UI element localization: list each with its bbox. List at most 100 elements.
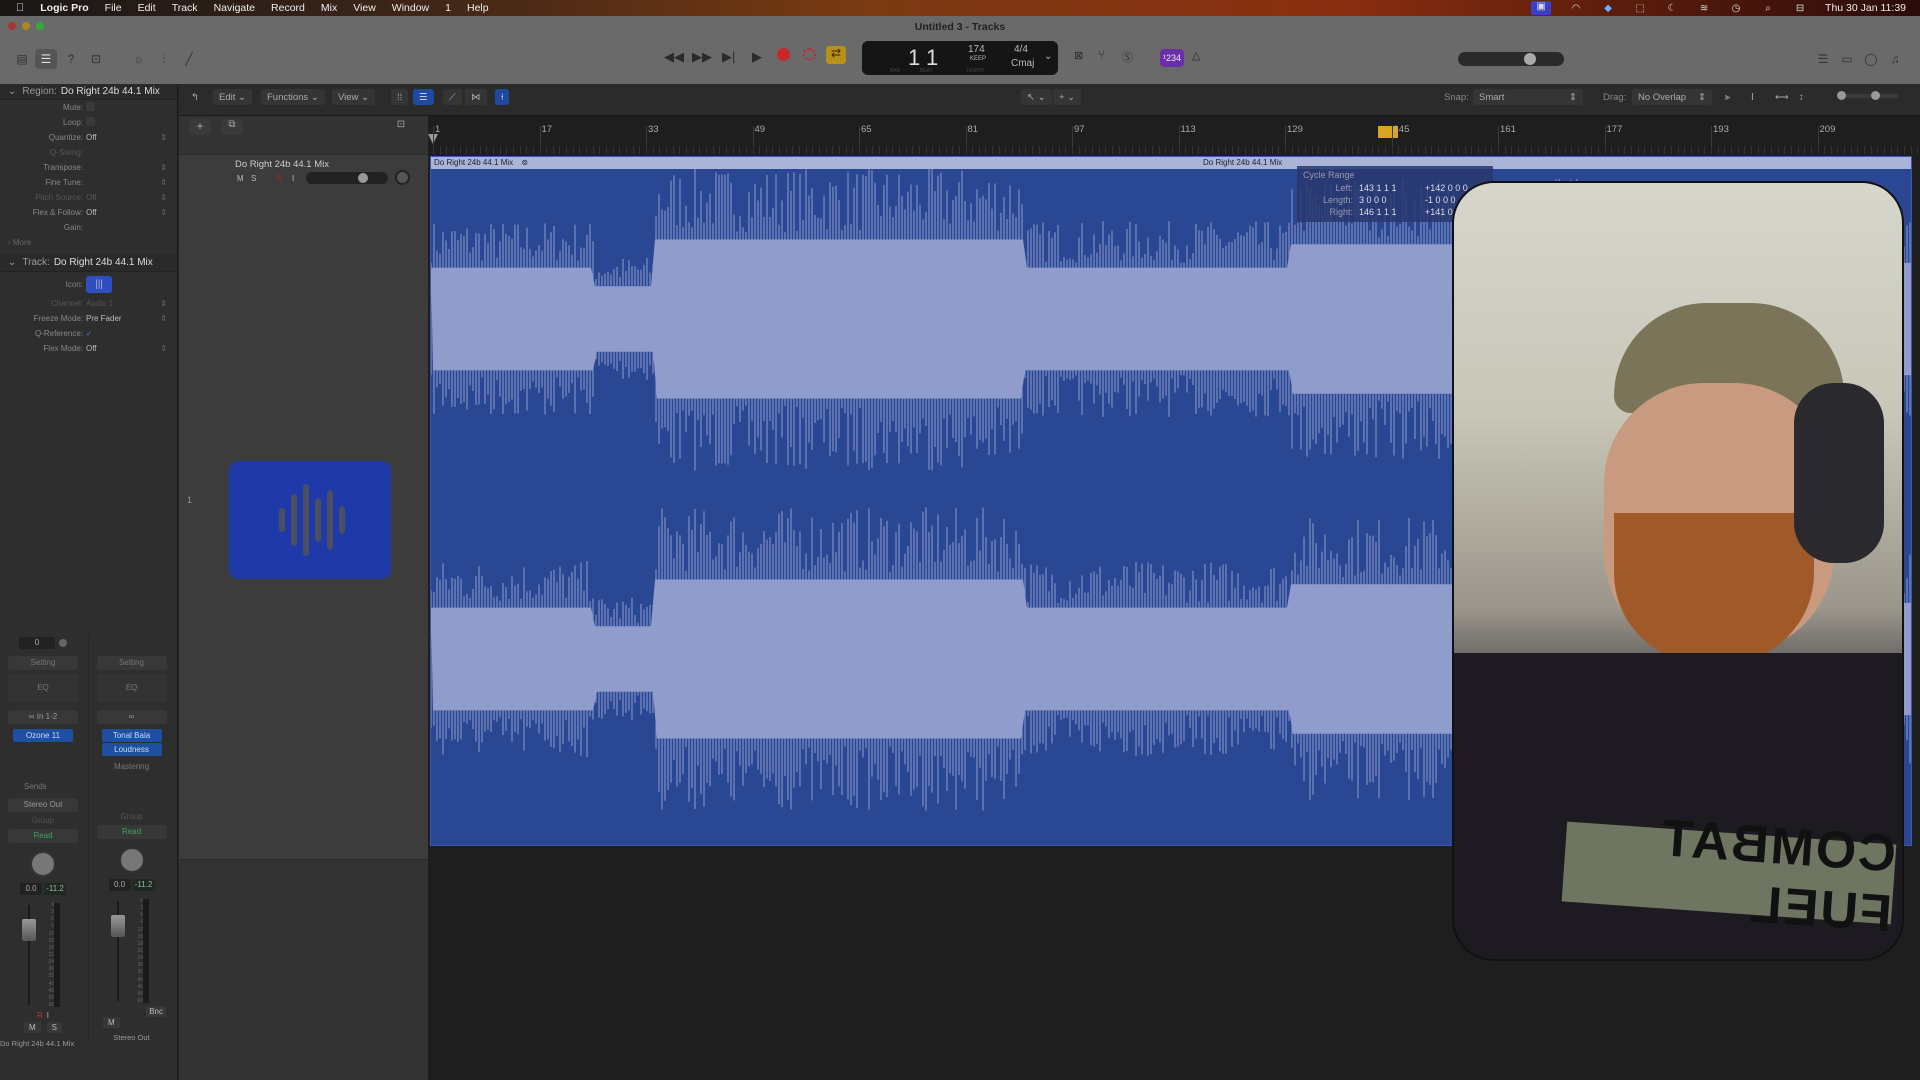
input-monitor-button[interactable]: I	[47, 1011, 49, 1020]
checkbox[interactable]	[86, 102, 95, 111]
volume-fader[interactable]	[22, 919, 36, 941]
mute-button[interactable]: M	[103, 1017, 120, 1028]
control-center-icon[interactable]: ⊟	[1793, 3, 1807, 14]
inspector-icon[interactable]: ☰	[35, 49, 57, 69]
plugin-slot-tonal-balance[interactable]: Tonal Bala	[101, 729, 162, 742]
record-enable-button[interactable]: R	[37, 1011, 43, 1020]
pan-knob[interactable]	[30, 851, 56, 877]
menu-app-name[interactable]: Logic Pro	[40, 2, 88, 14]
mute-button[interactable]: M	[23, 1022, 41, 1033]
menu-navigate[interactable]: Navigate	[214, 2, 255, 14]
browser-icon[interactable]: ⊡	[85, 49, 107, 69]
menu-track[interactable]: Track	[172, 2, 198, 14]
input-slot[interactable]: ∞ In 1-2	[8, 710, 78, 724]
grid-view-icon[interactable]: ⁞⁞	[391, 89, 409, 105]
param-value[interactable]: Off	[86, 344, 160, 353]
lcd-tempo-mode[interactable]: KEEP	[970, 56, 986, 62]
pointer-tool-icon[interactable]: ↖ ⌄	[1021, 89, 1052, 105]
wifi-icon[interactable]: ≋	[1697, 3, 1711, 14]
lcd-key[interactable]: Cmaj	[1011, 58, 1034, 69]
go-to-end-icon[interactable]: ▶|	[722, 49, 735, 65]
input-gain-knob[interactable]	[59, 639, 67, 647]
setting-button[interactable]: Setting	[96, 656, 167, 670]
master-volume-knob[interactable]	[1524, 53, 1536, 65]
capture-record-icon[interactable]	[803, 48, 816, 61]
bounce-button[interactable]: Bnc	[146, 1006, 166, 1017]
datetime[interactable]: Thu 30 Jan 11:39	[1825, 2, 1906, 14]
track-volume-slider[interactable]	[306, 172, 388, 184]
functions-menu[interactable]: Functions ⌄	[261, 89, 325, 105]
list-editors-icon[interactable]: ☰	[1812, 49, 1834, 69]
lcd-time-signature[interactable]: 4/4	[1014, 44, 1028, 55]
rewind-icon[interactable]: ◀◀	[664, 49, 684, 65]
region-param-row[interactable]: Fine Tune: ⇕	[0, 175, 177, 190]
menu-record[interactable]: Record	[271, 2, 305, 14]
media-browser-icon[interactable]: ♫	[1884, 49, 1906, 69]
region-param-row[interactable]: Loop:	[0, 115, 177, 130]
region-param-row[interactable]: Transpose: ⇕	[0, 160, 177, 175]
cycle-icon[interactable]: ⇄	[826, 46, 846, 64]
smart-controls-icon[interactable]: ☼	[128, 49, 150, 69]
checkbox[interactable]	[86, 117, 95, 126]
mixer-icon[interactable]: ⫶	[153, 49, 175, 69]
pan-knob[interactable]	[118, 847, 145, 873]
more-disclosure[interactable]: › More	[0, 235, 177, 250]
chevron-down-icon[interactable]: ⌄	[1044, 51, 1052, 62]
track-inspector-header[interactable]: ⌄ Track: Do Right 24b 44.1 Mix	[0, 254, 177, 272]
duplicate-track-icon[interactable]: ⧉	[221, 119, 243, 135]
menu-view[interactable]: View	[353, 2, 376, 14]
help-icon[interactable]: ?	[60, 49, 82, 69]
screen-share-icon[interactable]: ▣	[1531, 1, 1552, 15]
library-icon[interactable]: ▤	[11, 49, 33, 69]
peak-readout[interactable]: -11.2	[132, 879, 155, 891]
zoom-slider-knob[interactable]	[1837, 91, 1846, 100]
edit-menu[interactable]: Edit ⌄	[213, 89, 252, 105]
track-volume-knob[interactable]	[358, 173, 368, 183]
metronome-icon[interactable]: △	[1192, 49, 1200, 62]
screenshot-icon[interactable]: ⬚	[1633, 3, 1647, 14]
global-tracks-icon[interactable]: ⊡	[392, 119, 410, 135]
search-icon[interactable]: ⌕	[1761, 3, 1775, 14]
stereo-link-icon[interactable]: ∞	[96, 710, 167, 724]
lcd-tempo[interactable]: 174	[968, 44, 985, 55]
list-view-icon[interactable]: ☰	[413, 89, 434, 105]
waveform-zoom-icon[interactable]: ⫸	[1719, 89, 1736, 105]
menu-file[interactable]: File	[105, 2, 122, 14]
track-name[interactable]: Do Right 24b 44.1 Mix	[235, 159, 329, 170]
setting-button[interactable]: Setting	[8, 656, 78, 670]
group-slot[interactable]: Group	[89, 812, 174, 821]
track-param-row[interactable]: Freeze Mode: Pre Fader ⇕	[0, 311, 177, 326]
volume-fader[interactable]	[111, 915, 125, 937]
param-value[interactable]: Off	[86, 133, 160, 142]
eq-display[interactable]: EQ	[96, 674, 167, 702]
clock-icon[interactable]: ◷	[1729, 3, 1743, 14]
param-value[interactable]: Off	[86, 208, 160, 217]
catch-up-icon[interactable]: ↰	[185, 89, 205, 105]
solo-button[interactable]: S	[46, 1022, 62, 1033]
track-icon-button[interactable]: |||	[86, 275, 112, 293]
snap-select[interactable]: Smart ⇕	[1473, 89, 1583, 105]
region-param-row[interactable]: Flex & Follow: Off ⇕	[0, 205, 177, 220]
menu-edit[interactable]: Edit	[138, 2, 156, 14]
master-volume-slider[interactable]	[1458, 52, 1564, 66]
plugin-slot-mastering[interactable]: Mastering	[89, 762, 174, 776]
peak-readout[interactable]: -11.2	[44, 883, 66, 895]
track-input-monitor-button[interactable]: I	[292, 174, 294, 183]
region-param-row[interactable]: Quantize: Off ⇕	[0, 130, 177, 145]
track-mute-button[interactable]: M	[237, 174, 244, 183]
menu-help[interactable]: Help	[467, 2, 489, 14]
airplay-icon[interactable]: ◠	[1569, 3, 1583, 14]
track-record-button[interactable]: R	[276, 174, 282, 183]
apple-logo-icon[interactable]: 	[16, 2, 24, 14]
pencil-tool-icon[interactable]: + ⌄	[1053, 89, 1082, 105]
track-row[interactable]: 1 Do Right 24b 44.1 Mix M S R I	[179, 154, 428, 860]
input-gain-field[interactable]: 0	[19, 637, 55, 649]
loop-browser-icon[interactable]: ◯	[1860, 49, 1882, 69]
count-in-button[interactable]: ¹234	[1160, 49, 1184, 67]
volume-readout[interactable]: 0.0	[108, 879, 131, 891]
uad-icon[interactable]: ◆	[1601, 3, 1615, 14]
record-icon[interactable]	[777, 48, 790, 61]
automation-icon[interactable]: ⟋	[443, 89, 462, 105]
lcd-display[interactable]: 1 1 BAR BEAT 174 KEEP TEMPO 4/4 Cmaj ⌄	[862, 41, 1058, 75]
notepad-icon[interactable]: ▭	[1836, 49, 1858, 69]
